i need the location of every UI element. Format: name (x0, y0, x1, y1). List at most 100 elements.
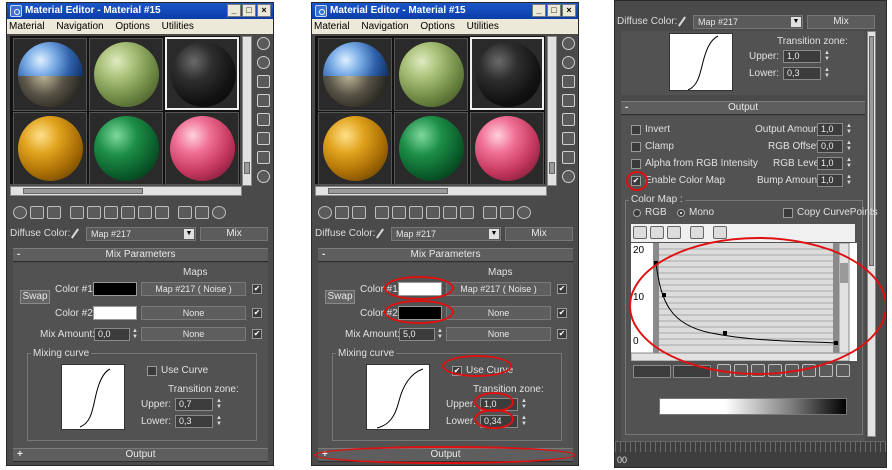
show-map-icon[interactable] (155, 206, 169, 219)
upper-field[interactable]: 0,7 (175, 398, 213, 411)
copy-material-icon[interactable] (392, 206, 406, 219)
select-by-material-icon[interactable] (562, 170, 575, 183)
assign-material-icon[interactable] (47, 206, 61, 219)
color2-map-checkbox[interactable]: ✔ (557, 308, 567, 318)
sample-slot-2[interactable] (89, 38, 163, 111)
put-to-scene-icon[interactable] (30, 206, 44, 219)
color2-map-button[interactable]: None (141, 306, 246, 320)
make-preview-icon[interactable] (257, 132, 270, 145)
mix-type-button[interactable]: Mix (200, 227, 268, 241)
maximize-icon[interactable]: □ (547, 4, 561, 17)
put-to-scene-icon[interactable] (335, 206, 349, 219)
sample-type-icon[interactable] (257, 37, 270, 50)
menu-navigation[interactable]: Navigation (56, 21, 103, 32)
use-curve-checkbox[interactable] (147, 366, 157, 376)
eyedropper-icon[interactable] (70, 228, 80, 240)
alpha-rgb-checkbox[interactable] (631, 159, 641, 169)
make-unique-icon[interactable] (104, 206, 118, 219)
show-map-icon[interactable] (460, 206, 474, 219)
upper-field[interactable]: 1,0 (783, 50, 821, 63)
options-icon[interactable] (257, 151, 270, 164)
menu-options[interactable]: Options (420, 21, 454, 32)
rgb-radio[interactable] (633, 209, 641, 217)
sample-slot-3[interactable] (470, 37, 544, 110)
upper-spinner[interactable]: ▲ ▼ (520, 398, 528, 411)
scale-point-icon[interactable] (650, 226, 664, 239)
bump-amount-spinner[interactable]: ▲ ▼ (845, 174, 853, 187)
sample-slot-3[interactable] (165, 37, 239, 110)
scroll-thumb[interactable] (23, 188, 143, 194)
mix-amount-field[interactable]: 0,0 (94, 328, 130, 341)
slots-vertical-scrollbar[interactable] (547, 36, 557, 186)
output-rollout[interactable]: - Output (621, 101, 865, 115)
output-rollout[interactable]: + Output (13, 448, 268, 462)
copy-curve-points-checkbox[interactable] (783, 208, 793, 218)
select-by-material-icon[interactable] (257, 170, 270, 183)
make-preview-icon[interactable] (562, 132, 575, 145)
sample-slot-1[interactable] (13, 38, 87, 111)
reset-map-icon[interactable] (70, 206, 84, 219)
put-to-library-icon[interactable] (121, 206, 135, 219)
mix-amount-map-button[interactable]: None (141, 327, 246, 341)
title-bar[interactable]: Material Editor - Material #15 _ □ × (312, 3, 578, 19)
delete-point-icon[interactable] (690, 226, 704, 239)
swap-button[interactable]: Swap (20, 290, 50, 304)
menu-utilities[interactable]: Utilities (162, 21, 194, 32)
color2-map-button[interactable]: None (446, 306, 551, 320)
mono-radio[interactable] (677, 209, 685, 217)
lower-spinner[interactable]: ▲ ▼ (215, 415, 223, 428)
bump-amount-field[interactable]: 1,0 (817, 174, 843, 187)
sample-slot-5[interactable] (89, 112, 163, 185)
color1-map-button[interactable]: Map #217 ( Noise ) (141, 282, 246, 296)
minimize-icon[interactable]: _ (532, 4, 546, 17)
add-point-icon[interactable] (667, 226, 681, 239)
rgb-offset-field[interactable]: 0,0 (817, 140, 843, 153)
uv-tiling-icon[interactable] (562, 94, 575, 107)
make-unique-icon[interactable] (409, 206, 423, 219)
sample-slot-4[interactable] (13, 112, 87, 185)
color1-swatch[interactable] (93, 282, 137, 296)
video-color-icon[interactable] (562, 113, 575, 126)
get-material-icon[interactable] (318, 206, 332, 219)
slots-vertical-scrollbar[interactable] (242, 36, 252, 186)
lower-spinner[interactable]: ▲ ▼ (520, 415, 528, 428)
invert-checkbox[interactable] (631, 125, 641, 135)
mix-amount-field[interactable]: 5,0 (399, 328, 435, 341)
reset-curve-icon[interactable] (713, 226, 727, 239)
minimize-icon[interactable]: _ (227, 4, 241, 17)
mix-parameters-rollout[interactable]: - Mix Parameters (318, 248, 573, 262)
color1-map-button[interactable]: Map #217 ( Noise ) (446, 282, 551, 296)
video-color-icon[interactable] (257, 113, 270, 126)
map-name-dropdown[interactable]: Map #217 ▼ (693, 15, 803, 29)
maximize-icon[interactable]: □ (242, 4, 256, 17)
show-end-result-icon[interactable] (483, 206, 497, 219)
rgb-offset-spinner[interactable]: ▲ ▼ (845, 140, 853, 153)
eyedropper-icon[interactable] (375, 228, 385, 240)
color2-map-checkbox[interactable]: ✔ (252, 308, 262, 318)
swap-button[interactable]: Swap (325, 290, 355, 304)
menu-utilities[interactable]: Utilities (467, 21, 499, 32)
backlight-icon[interactable] (257, 56, 270, 69)
mix-amount-spinner[interactable]: ▲ ▼ (131, 328, 139, 341)
scroll-thumb[interactable] (244, 162, 250, 174)
mix-amount-map-button[interactable]: None (446, 327, 551, 341)
menu-navigation[interactable]: Navigation (361, 21, 408, 32)
mix-amount-map-checkbox[interactable]: ✔ (557, 329, 567, 339)
upper-spinner[interactable]: ▲ ▼ (215, 398, 223, 411)
mix-amount-spinner[interactable]: ▲ ▼ (436, 328, 444, 341)
material-effects-icon[interactable] (138, 206, 152, 219)
sample-slot-5[interactable] (394, 112, 468, 185)
x-coordinate-field[interactable] (633, 365, 671, 378)
sample-slot-2[interactable] (394, 38, 468, 111)
uv-tiling-icon[interactable] (257, 94, 270, 107)
color1-map-checkbox[interactable]: ✔ (252, 284, 262, 294)
options-icon[interactable] (562, 151, 575, 164)
mix-amount-map-checkbox[interactable]: ✔ (252, 329, 262, 339)
reset-map-icon[interactable] (375, 206, 389, 219)
slots-horizontal-scrollbar[interactable] (315, 186, 547, 196)
material-effects-icon[interactable] (443, 206, 457, 219)
lower-spinner[interactable]: ▲ ▼ (823, 67, 831, 80)
color2-swatch[interactable] (93, 306, 137, 320)
menu-material[interactable]: Material (9, 21, 45, 32)
move-icon[interactable] (633, 226, 647, 239)
